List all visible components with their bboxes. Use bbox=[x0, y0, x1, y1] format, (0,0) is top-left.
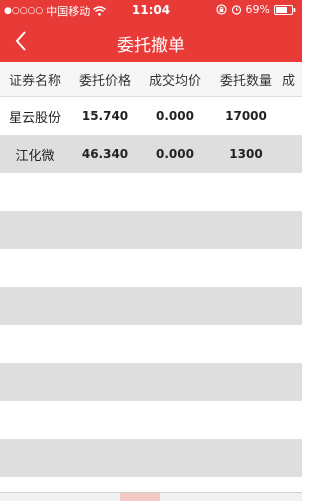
empty-row bbox=[0, 287, 302, 325]
empty-row bbox=[0, 211, 302, 249]
column-header: 证券名称 委托价格 成交均价 委托数量 成 bbox=[0, 62, 302, 97]
cell-quantity: 1300 bbox=[229, 147, 263, 161]
cell-avg-price: 0.000 bbox=[156, 109, 194, 123]
column-header-avg-price[interactable]: 成交均价 bbox=[140, 70, 210, 89]
cell-name: 江化微 bbox=[15, 148, 55, 164]
empty-row bbox=[0, 325, 302, 363]
table-row[interactable]: 星云股份 15.740 0.000 17000 bbox=[0, 97, 302, 135]
column-header-partial[interactable]: 成 bbox=[282, 70, 302, 89]
order-list: 星云股份 15.740 0.000 17000 江化微 46.340 0.000… bbox=[0, 97, 302, 477]
column-header-order-price[interactable]: 委托价格 bbox=[70, 70, 140, 89]
lock-rotation-icon bbox=[215, 4, 227, 15]
cell-order-price: 15.740 bbox=[81, 109, 129, 123]
empty-row bbox=[0, 249, 302, 287]
cell-name: 星云股份 bbox=[8, 110, 61, 126]
column-header-quantity[interactable]: 委托数量 bbox=[210, 70, 282, 89]
cell-order-price: 46.340 bbox=[81, 147, 129, 161]
alarm-icon bbox=[231, 5, 241, 15]
table-row[interactable]: 江化微 46.340 0.000 1300 bbox=[0, 135, 302, 173]
nav-bar: 委托撤单 bbox=[0, 20, 302, 62]
battery-icon bbox=[274, 4, 296, 15]
empty-row bbox=[0, 173, 302, 211]
cell-avg-price: 0.000 bbox=[156, 147, 194, 161]
top-bar: ●○○○○ 中国移动 11:04 69% 委托撤单 bbox=[0, 0, 302, 62]
page-title: 委托撤单 bbox=[117, 36, 185, 56]
battery-percent: 69% bbox=[245, 3, 270, 16]
empty-row bbox=[0, 401, 302, 439]
cell-quantity: 17000 bbox=[225, 109, 267, 123]
status-bar: ●○○○○ 中国移动 11:04 69% bbox=[0, 0, 302, 20]
empty-row bbox=[0, 363, 302, 401]
empty-row bbox=[0, 439, 302, 477]
status-right: 69% bbox=[215, 3, 296, 16]
column-header-name[interactable]: 证券名称 bbox=[0, 70, 70, 89]
